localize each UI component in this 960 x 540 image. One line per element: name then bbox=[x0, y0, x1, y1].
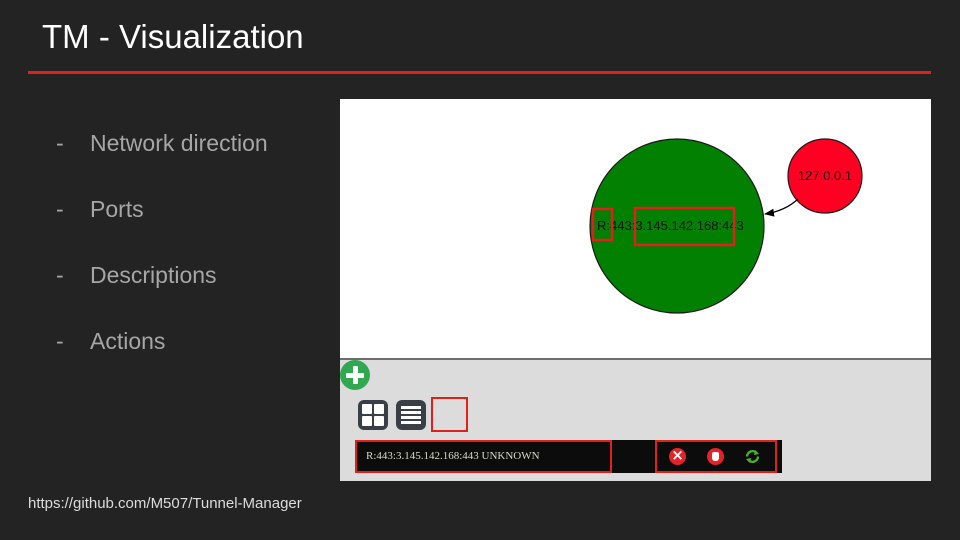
remote-label-suffix: :443 bbox=[718, 218, 743, 233]
remote-node-label: R:443:3.145.142.168:443 bbox=[597, 218, 744, 233]
bullet-text: Actions bbox=[90, 328, 166, 354]
list-view-button[interactable] bbox=[396, 400, 426, 430]
add-button-highlight bbox=[431, 397, 468, 432]
localhost-node-label: 127.0.0.1 bbox=[798, 168, 852, 183]
slide-title: TM - Visualization bbox=[42, 18, 304, 55]
bullet-text: Descriptions bbox=[90, 262, 217, 288]
remote-label-prefix: R: bbox=[597, 218, 610, 233]
bullet-item: - Descriptions bbox=[56, 262, 268, 328]
bullet-text: Ports bbox=[90, 196, 144, 222]
footer-link[interactable]: https://github.com/M507/Tunnel-Manager bbox=[28, 495, 302, 512]
connection-arrow bbox=[764, 198, 799, 217]
bullet-item: - Ports bbox=[56, 196, 268, 262]
description-highlight bbox=[355, 440, 612, 473]
add-tunnel-button[interactable] bbox=[340, 360, 370, 390]
title-underline bbox=[28, 71, 931, 74]
remote-label-port: 443 bbox=[610, 218, 632, 233]
bullet-text: Network direction bbox=[90, 130, 268, 156]
grid-view-button[interactable] bbox=[358, 400, 388, 430]
bullet-marker: - bbox=[56, 196, 64, 222]
control-panel: R:443:3.145.142.168:443 UNKNOWN bbox=[340, 360, 931, 481]
bullet-item: - Actions bbox=[56, 328, 268, 394]
remote-label-target: 3.145.142.168 bbox=[635, 218, 718, 233]
bullet-marker: - bbox=[56, 262, 64, 288]
bullet-item: - Network direction bbox=[56, 130, 268, 196]
bullet-marker: - bbox=[56, 130, 64, 156]
actions-highlight bbox=[655, 440, 777, 473]
network-graph: R:443:3.145.142.168:443 127.0.0.1 bbox=[589, 138, 863, 314]
tool-screenshot: R:443:3.145.142.168:443 127.0.0.1 R:443:… bbox=[340, 99, 931, 481]
bullet-list: - Network direction - Ports - Descriptions … bbox=[56, 130, 268, 394]
bullet-marker: - bbox=[56, 328, 64, 354]
